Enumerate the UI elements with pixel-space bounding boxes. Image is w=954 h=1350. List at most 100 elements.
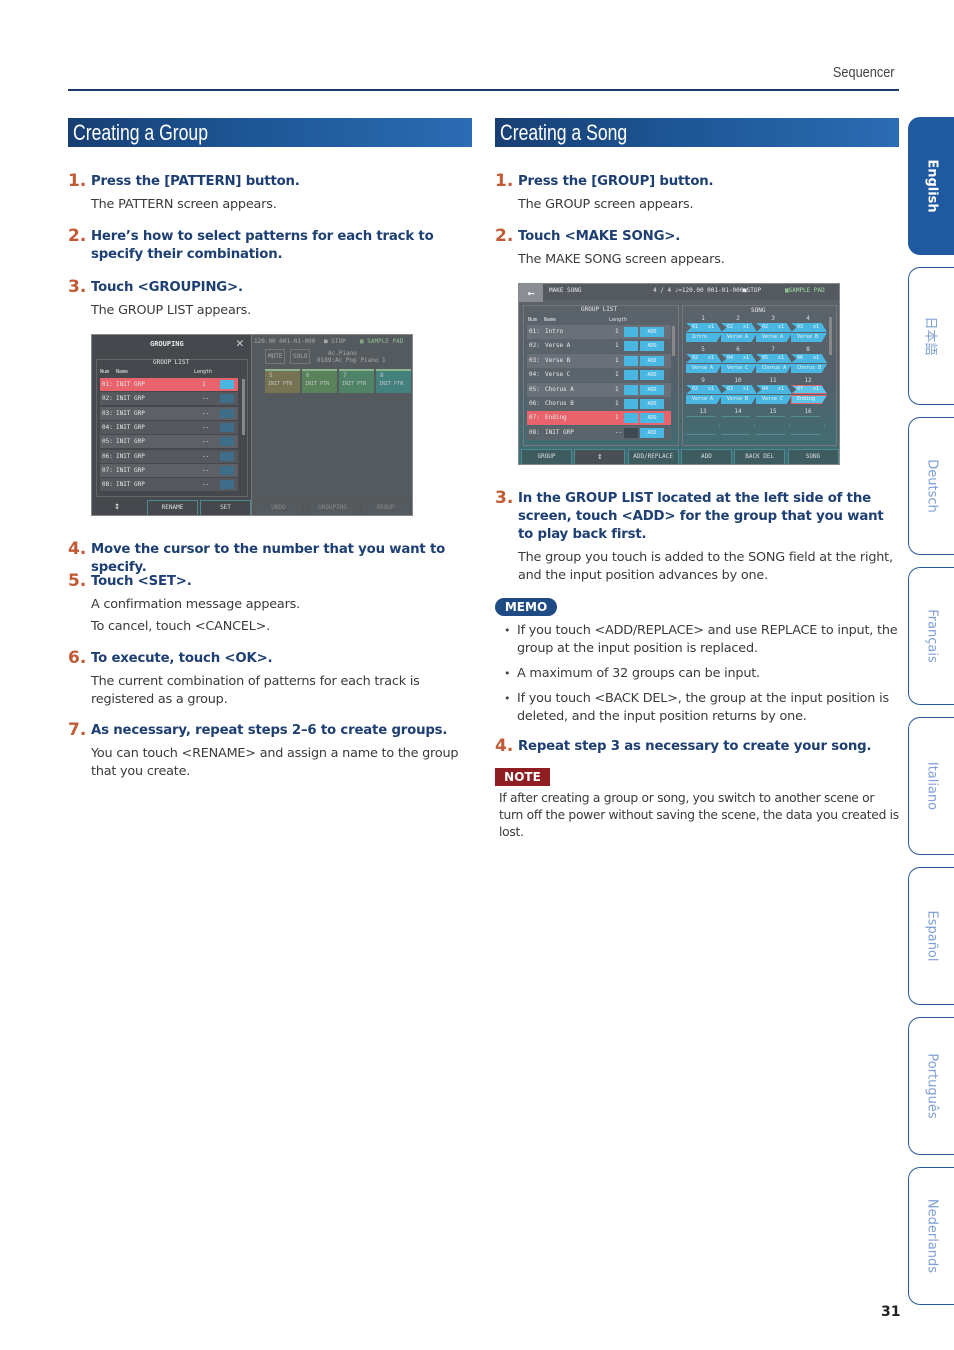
language-tab[interactable]: 日本語 — [908, 267, 954, 405]
speaker-icon[interactable] — [220, 380, 234, 389]
speaker-icon[interactable] — [624, 413, 638, 424]
song-step[interactable]: 02 x1 Verse A — [756, 323, 792, 342]
song-step-name: Verse A — [721, 333, 757, 342]
row-name: INIT GRP — [116, 452, 145, 460]
song-step[interactable]: 02 x1 Verse A — [686, 385, 722, 404]
cursor-updown-icon[interactable]: ↕ — [574, 449, 626, 464]
mute-button[interactable]: MUTE — [265, 349, 286, 364]
group-list-row[interactable]: 02: Verse A 1 ADD — [527, 339, 671, 354]
step-7: 7. As necessary, repeat steps 2–6 to crea… — [68, 720, 476, 781]
add-button[interactable]: ADD — [640, 427, 664, 438]
song-step[interactable]: 02 x1 Verse A — [721, 323, 757, 342]
track-pattern[interactable]: 7 INIT PTN — [339, 369, 374, 393]
language-tab[interactable]: Português — [908, 1017, 954, 1155]
row-length: -- — [202, 423, 210, 431]
language-tab[interactable]: Deutsch — [908, 417, 954, 555]
track-pattern[interactable]: 5 INIT PTN — [265, 369, 300, 393]
step-title: Press the [GROUP] button. — [518, 174, 714, 189]
song-step[interactable]: 03 x1 Verse B — [791, 323, 827, 342]
group-list-scrollbar[interactable] — [672, 326, 675, 356]
speaker-icon[interactable] — [220, 394, 234, 404]
song-step[interactable]: 04 x1 Verse C — [721, 354, 757, 373]
speaker-icon[interactable] — [624, 384, 638, 395]
song-step[interactable]: 03 x1 Verse B — [721, 385, 757, 404]
group-list-row[interactable]: 07: INIT GRP -- — [100, 463, 238, 477]
add-button[interactable]: ADD — [640, 370, 664, 381]
speaker-icon[interactable] — [220, 422, 234, 432]
language-tab[interactable]: Italiano — [908, 717, 954, 855]
button-add-replace[interactable]: ADD/REPLACE — [627, 449, 679, 464]
button-grouping[interactable]: GROUPING — [307, 500, 358, 515]
button-song[interactable]: SONG — [787, 449, 839, 464]
group-list-row[interactable]: 05: Chorus A 1 ADD — [527, 382, 671, 397]
speaker-icon[interactable] — [624, 427, 638, 438]
step-body-line: The GROUP screen appears. — [518, 197, 694, 212]
song-step[interactable]: 05 x1 Chorus A — [756, 354, 792, 373]
button-group[interactable]: GROUP — [360, 500, 411, 515]
step-1: 1. Press the [PATTERN] button. The PATTERN… — [68, 171, 476, 214]
group-list-row[interactable]: 02: INIT GRP -- — [100, 392, 238, 406]
button-group[interactable]: GROUP — [521, 449, 572, 464]
row-length: 1 — [615, 400, 619, 407]
group-list-row[interactable]: 06: INIT GRP -- — [100, 449, 238, 463]
group-list-row[interactable]: 08: INIT GRP -- ADD — [527, 425, 671, 440]
add-button[interactable]: ADD — [640, 355, 664, 366]
add-button[interactable]: ADD — [639, 412, 665, 425]
group-list-row[interactable]: 01: INIT GRP 1 — [100, 378, 238, 391]
close-icon[interactable]: ✕ — [236, 336, 244, 351]
group-list-row[interactable]: 04: Verse C 1 ADD — [527, 368, 671, 383]
step-body-line: To cancel, touch <CANCEL>. — [91, 619, 271, 634]
add-button[interactable]: ADD — [640, 327, 664, 337]
button-rename[interactable]: RENAME — [147, 500, 198, 515]
song-step[interactable]: 01 x1 Intro — [686, 323, 722, 342]
button-undo[interactable]: UNDO — [253, 500, 304, 515]
song-step-group-number: 01 — [692, 324, 699, 330]
song-step-group: 05 x1 — [756, 354, 792, 363]
speaker-icon[interactable] — [220, 465, 234, 475]
track-pattern[interactable]: 8 INIT PTN — [376, 369, 411, 393]
group-list-row[interactable]: 04: INIT GRP -- — [100, 420, 238, 434]
group-list-row[interactable]: 01: Intro 1 ADD — [527, 325, 671, 339]
add-button[interactable]: ADD — [640, 399, 664, 409]
speaker-icon[interactable] — [624, 355, 638, 366]
scrollbar[interactable] — [242, 379, 245, 435]
language-tab[interactable]: Français — [908, 567, 954, 705]
speaker-icon[interactable] — [220, 408, 234, 418]
song-position-number: 1 — [701, 315, 705, 322]
group-list-row[interactable]: 06: Chorus B 1 ADD — [527, 397, 671, 411]
group-list-row[interactable]: 08: INIT GRP -- — [100, 478, 238, 492]
solo-button[interactable]: SOLO — [290, 349, 311, 364]
language-tab[interactable]: English — [908, 117, 954, 255]
group-list-row[interactable]: 03: INIT GRP -- — [100, 406, 238, 420]
row-length: -- — [202, 452, 210, 460]
back-arrow-icon[interactable]: ← — [519, 284, 543, 302]
speaker-icon[interactable] — [220, 480, 234, 490]
group-list-row[interactable]: 03: Verse B 1 ADD — [527, 353, 671, 368]
language-tab[interactable]: Español — [908, 867, 954, 1005]
add-button[interactable]: ADD — [640, 341, 664, 352]
button-back-del[interactable]: BACK DEL — [734, 449, 786, 464]
step-4: 4. Repeat step 3 as necessary to create y… — [495, 736, 903, 756]
speaker-icon[interactable] — [624, 399, 638, 409]
group-list-row[interactable]: 07: Ending 1 ADD — [527, 411, 671, 426]
speaker-icon[interactable] — [624, 341, 638, 352]
song-step-name: Chorus B — [791, 364, 827, 373]
speaker-icon[interactable] — [220, 451, 234, 461]
cursor-updown-icon[interactable]: ↕ — [114, 501, 120, 512]
button-add[interactable]: ADD — [680, 449, 732, 464]
speaker-icon[interactable] — [624, 327, 638, 337]
song-step[interactable]: 04 x1 Verse C — [756, 385, 792, 404]
add-button[interactable]: ADD — [640, 384, 664, 395]
speaker-icon[interactable] — [624, 370, 638, 381]
group-list-row[interactable]: 05: INIT GRP -- — [100, 435, 238, 449]
language-tab-label: Português — [924, 1053, 939, 1119]
song-step[interactable]: 06 x1 Chorus B — [791, 354, 827, 373]
song-step[interactable]: 07 x1 Ending — [791, 385, 827, 404]
song-step[interactable]: 02 x1 Verse A — [686, 354, 722, 373]
language-tab[interactable]: Nederlands — [908, 1167, 954, 1305]
speaker-icon[interactable] — [220, 437, 234, 447]
song-scrollbar[interactable] — [829, 317, 832, 355]
button-set[interactable]: SET — [200, 500, 251, 515]
song-step-group-number: 07 — [797, 386, 804, 392]
track-pattern[interactable]: 6 INIT PTN — [302, 369, 337, 393]
